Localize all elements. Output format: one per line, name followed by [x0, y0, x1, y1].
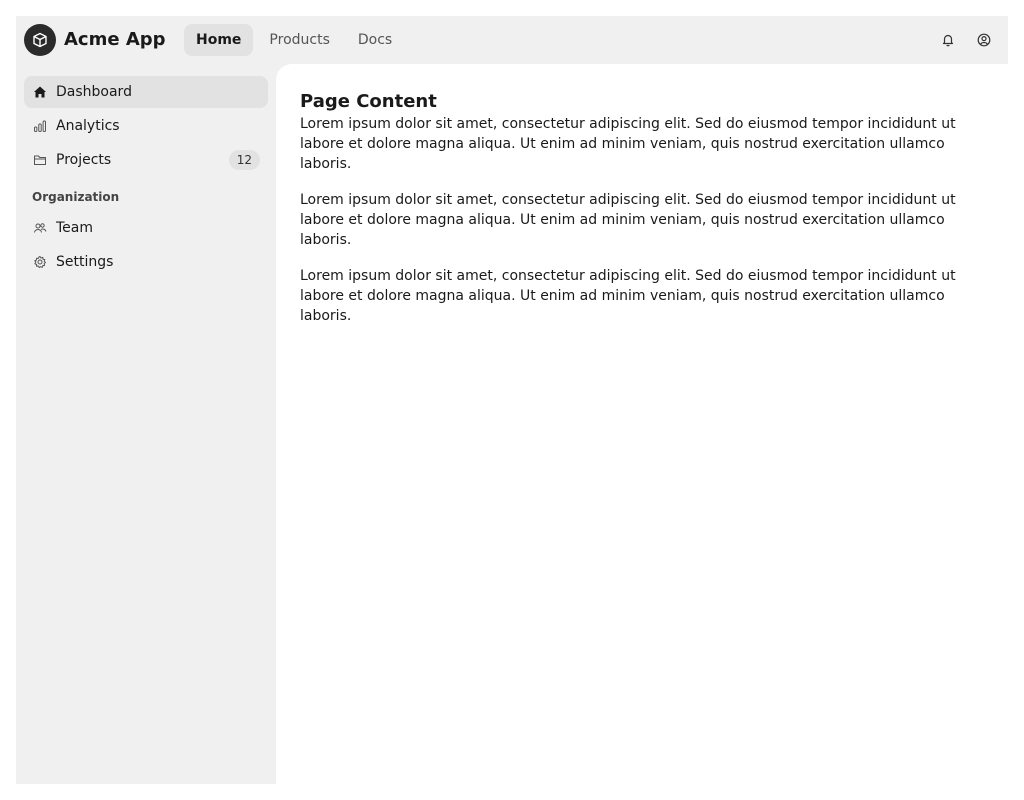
sidebar-item-dashboard[interactable]: Dashboard: [24, 76, 268, 108]
top-nav: Home Products Docs: [184, 24, 408, 56]
paragraph: Lorem ipsum dolor sit amet, consectetur …: [300, 192, 956, 248]
section-label: Organization: [32, 190, 120, 204]
nav-products[interactable]: Products: [257, 24, 341, 56]
sidebar-item-label: Dashboard: [56, 84, 132, 100]
sidebar-item-label: Settings: [56, 254, 114, 270]
sidebar-item-settings[interactable]: Settings: [24, 246, 268, 278]
app-frame: Acme App Home Products Docs Dashboard An…: [16, 16, 1008, 784]
main-content: Page Content Lorem ipsum dolor sit amet,…: [276, 64, 1008, 784]
cube-icon[interactable]: [24, 24, 56, 56]
paragraph: Lorem ipsum dolor sit amet, consectetur …: [300, 268, 956, 324]
sidebar-item-label: Projects: [56, 152, 112, 168]
sidebar-item-team[interactable]: Team: [24, 212, 268, 244]
home-icon: [32, 84, 48, 100]
app-name: Acme App: [64, 29, 166, 50]
sidebar-item-label: Analytics: [56, 118, 120, 134]
top-bar: Acme App Home Products Docs: [16, 16, 1008, 64]
bell-icon[interactable]: [936, 28, 960, 52]
user-circle-icon[interactable]: [972, 28, 996, 52]
sidebar: Dashboard Analytics Projects 12 Organiza…: [16, 64, 276, 784]
gear-icon: [32, 254, 48, 270]
nav-docs[interactable]: Docs: [346, 24, 404, 56]
top-icons: [936, 28, 1008, 52]
sidebar-item-label: Team: [56, 220, 94, 236]
page-title: Page Content: [300, 91, 437, 112]
paragraph: Lorem ipsum dolor sit amet, consectetur …: [300, 116, 956, 172]
folder-icon: [32, 152, 48, 168]
bar-chart-icon: [32, 118, 48, 134]
count-badge: 12: [228, 150, 260, 170]
sidebar-item-analytics[interactable]: Analytics: [24, 110, 268, 142]
nav-home[interactable]: Home: [184, 24, 254, 56]
users-icon: [32, 220, 48, 236]
sidebar-item-projects[interactable]: Projects 12: [24, 144, 268, 176]
